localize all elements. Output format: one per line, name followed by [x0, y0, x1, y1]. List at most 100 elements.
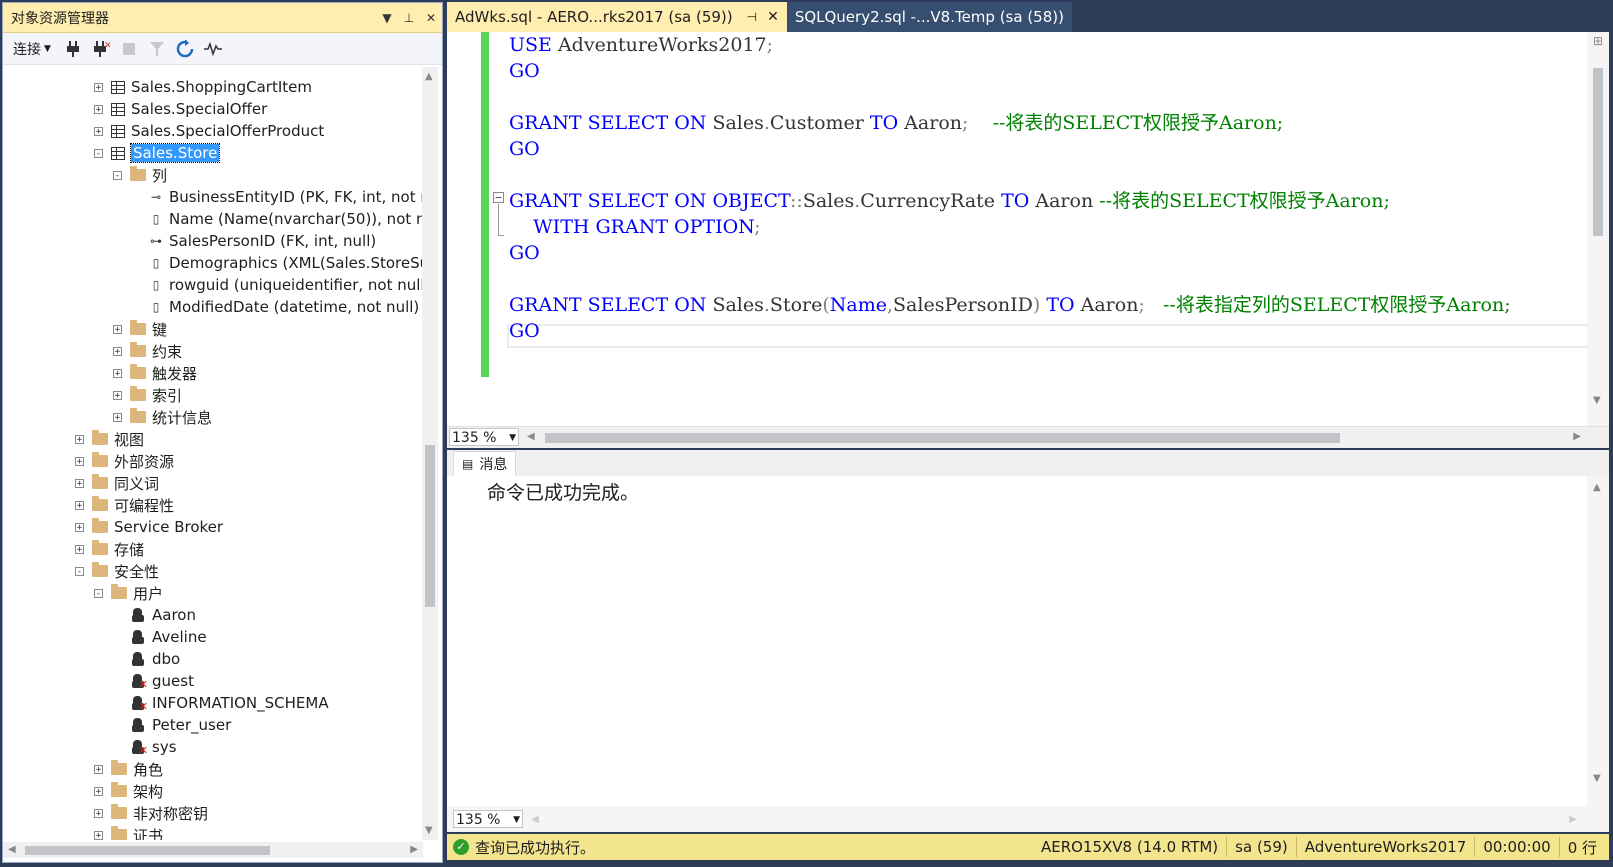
tree-node[interactable]: + 架构 — [94, 780, 163, 802]
tree-node[interactable]: ✕ guest — [130, 670, 194, 692]
object-explorer-vertical-scrollbar[interactable]: ▲ ▼ — [422, 67, 438, 840]
scroll-right-icon[interactable]: ▶ — [1569, 814, 1577, 825]
collapse-icon[interactable]: - — [94, 148, 103, 158]
expand-icon[interactable]: + — [94, 808, 103, 818]
tree-node[interactable]: + 同义词 — [75, 472, 159, 494]
results-vertical-scrollbar[interactable]: ▲ ▼ — [1587, 476, 1609, 806]
window-position-dropdown-icon[interactable]: ▼ — [376, 11, 398, 25]
close-tab-icon[interactable]: ✕ — [767, 9, 779, 25]
scroll-up-icon[interactable]: ▲ — [1593, 482, 1601, 493]
tree-node[interactable]: Aveline — [130, 626, 207, 648]
collapse-icon[interactable]: - — [94, 588, 103, 598]
expand-icon[interactable]: + — [94, 786, 103, 796]
editor-vertical-scrollbar[interactable]: ⊞ ▼ — [1587, 32, 1609, 426]
connect-button[interactable]: 连接 ▼ — [13, 39, 51, 59]
tree-node[interactable]: - 安全性 — [75, 560, 159, 582]
tree-node[interactable]: + 非对称密钥 — [94, 802, 208, 824]
expand-icon[interactable]: + — [113, 324, 122, 334]
code-line[interactable]: GO — [509, 58, 540, 84]
tree-node[interactable]: ✕ sys — [130, 736, 177, 758]
scrollbar-thumb[interactable] — [1593, 68, 1603, 236]
expand-icon[interactable]: + — [75, 434, 84, 444]
tree-node[interactable]: + Service Broker — [75, 516, 223, 538]
scrollbar-thumb[interactable] — [25, 846, 270, 855]
results-pane[interactable]: 命令已成功完成。 ▲ ▼ — [447, 476, 1609, 806]
scroll-right-icon[interactable]: ▶ — [1573, 431, 1581, 442]
editor-zoom-select[interactable]: 135 % ▼ — [449, 428, 519, 446]
tree-node[interactable]: + 视图 — [75, 428, 144, 450]
expand-icon[interactable]: + — [113, 368, 122, 378]
tree-node[interactable]: ✕ INFORMATION_SCHEMA — [130, 692, 329, 714]
expand-icon[interactable]: + — [75, 544, 84, 554]
expand-icon[interactable]: + — [113, 390, 122, 400]
tree-node[interactable]: ▯ ModifiedDate (datetime, not null) — [149, 296, 420, 318]
connect-plug-icon[interactable] — [63, 39, 83, 59]
tree-node[interactable]: + 角色 — [94, 758, 163, 780]
tree-node[interactable]: + Sales.SpecialOfferProduct — [94, 120, 324, 142]
scroll-down-icon[interactable]: ▼ — [1593, 773, 1601, 784]
tree-node[interactable]: + 证书 — [94, 824, 163, 840]
tree-node[interactable]: + 索引 — [113, 384, 182, 406]
tree-node[interactable]: ⊸ BusinessEntityID (PK, FK, int, not nu — [149, 186, 423, 208]
code-line[interactable]: GO — [509, 136, 540, 162]
tree-node[interactable]: + 触发器 — [113, 362, 197, 384]
scrollbar-thumb[interactable] — [545, 433, 1340, 443]
pin-tab-icon[interactable]: ⊣ — [747, 10, 757, 24]
expand-icon[interactable]: + — [75, 500, 84, 510]
code-line[interactable]: WITH GRANT OPTION; — [509, 214, 760, 240]
scrollbar-thumb[interactable] — [425, 445, 435, 607]
scroll-down-icon[interactable]: ▼ — [1593, 395, 1601, 406]
refresh-icon[interactable] — [175, 39, 195, 59]
tree-node[interactable]: - 用户 — [94, 582, 163, 604]
query-editor[interactable]: − USE AdventureWorks2017; GO GRANT SELECT … — [447, 32, 1609, 426]
filter-icon[interactable] — [147, 39, 167, 59]
code-line[interactable]: USE AdventureWorks2017; — [509, 32, 773, 58]
activity-monitor-icon[interactable] — [203, 39, 223, 59]
tree-node[interactable]: + 可编程性 — [75, 494, 174, 516]
tab-adwks-sql[interactable]: AdWks.sql - AERO...rks2017 (sa (59)) ⊣ ✕ — [447, 2, 787, 32]
tree-node[interactable]: Aaron — [130, 604, 196, 626]
expand-icon[interactable]: + — [94, 830, 103, 840]
tree-node[interactable]: + Sales.ShoppingCartItem — [94, 76, 312, 98]
expand-icon[interactable]: + — [75, 456, 84, 466]
scroll-up-icon[interactable]: ▲ — [425, 71, 433, 82]
code-line[interactable]: GO — [509, 240, 540, 266]
expand-icon[interactable]: + — [94, 104, 103, 114]
tree-node[interactable]: Peter_user — [130, 714, 231, 736]
tree-node[interactable]: ⊶ SalesPersonID (FK, int, null) — [149, 230, 376, 252]
close-icon[interactable]: ✕ — [420, 11, 442, 25]
tab-messages[interactable]: ▤ 消息 — [453, 451, 517, 476]
collapse-icon[interactable]: - — [75, 566, 84, 576]
pin-icon[interactable]: ⊥ — [398, 11, 420, 25]
expand-icon[interactable]: + — [94, 126, 103, 136]
code-line[interactable]: GRANT SELECT ON Sales.Store(Name,SalesPe… — [509, 292, 1511, 318]
code-line[interactable]: GO — [509, 318, 540, 344]
stop-icon[interactable] — [119, 39, 139, 59]
expand-icon[interactable]: + — [113, 412, 122, 422]
expand-icon[interactable]: + — [113, 346, 122, 356]
collapse-icon[interactable]: - — [113, 170, 122, 180]
object-explorer-horizontal-scrollbar[interactable]: ◀ ▶ — [3, 842, 423, 858]
results-zoom-select[interactable]: 135 % ▼ — [453, 810, 523, 828]
collapse-outline-icon[interactable]: − — [493, 192, 504, 203]
tree-node[interactable]: -列 — [113, 164, 167, 186]
expand-icon[interactable]: + — [75, 522, 84, 532]
tree-node[interactable]: ▯ rowguid (uniqueidentifier, not null) — [149, 274, 423, 296]
expand-icon[interactable]: + — [75, 478, 84, 488]
expand-icon[interactable]: + — [94, 764, 103, 774]
split-icon[interactable]: ⊞ — [1593, 34, 1603, 48]
scroll-right-icon[interactable]: ▶ — [410, 844, 418, 855]
scroll-left-icon[interactable]: ◀ — [527, 431, 535, 442]
tree-node[interactable]: ▯ Demographics (XML(Sales.StoreSu — [149, 252, 423, 274]
tree-node[interactable]: + 约束 — [113, 340, 182, 362]
tab-sqlquery2-sql[interactable]: SQLQuery2.sql -...V8.Temp (sa (58)) — [786, 2, 1072, 32]
tree-node[interactable]: + Sales.SpecialOffer — [94, 98, 267, 120]
tree-node[interactable]: + 统计信息 — [113, 406, 212, 428]
code-line[interactable]: GRANT SELECT ON OBJECT::Sales.CurrencyRa… — [509, 188, 1390, 214]
scroll-left-icon[interactable]: ◀ — [531, 814, 539, 825]
expand-icon[interactable]: + — [94, 82, 103, 92]
scroll-down-icon[interactable]: ▼ — [425, 825, 433, 836]
tree-node[interactable]: dbo — [130, 648, 180, 670]
tree-node[interactable]: + 键 — [113, 318, 167, 340]
scroll-left-icon[interactable]: ◀ — [8, 844, 16, 855]
